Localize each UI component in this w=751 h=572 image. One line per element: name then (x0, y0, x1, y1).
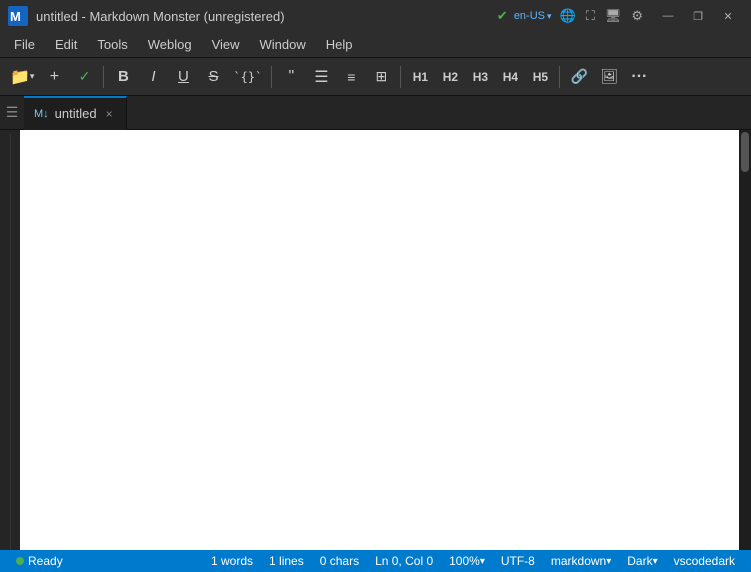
line-count[interactable]: 1 lines (261, 550, 312, 572)
markdown-icon: M↓ (34, 108, 49, 120)
cursor-position[interactable]: Ln 0, Col 0 (367, 550, 441, 572)
tab-close-button[interactable]: × (103, 106, 116, 122)
menu-bar: File Edit Tools Weblog View Window Help (0, 32, 751, 58)
menu-window[interactable]: Window (250, 32, 316, 57)
more-button[interactable]: ··· (625, 63, 653, 91)
theme-selector[interactable]: Dark (619, 550, 665, 572)
checkmark-icon: ✓ (79, 68, 91, 85)
h4-button[interactable]: H4 (496, 63, 524, 91)
editor-tab[interactable]: M↓ untitled × (24, 96, 127, 130)
ready-dot (16, 557, 24, 565)
italic-button[interactable]: I (139, 63, 167, 91)
editor-textarea[interactable] (20, 130, 739, 550)
save-button[interactable]: ✓ (70, 63, 98, 91)
toolbar: 📁 ▾ + ✓ B I U S `{}` " ☰ ≡ ⊞ H1 H2 H3 H4… (0, 58, 751, 96)
syntax-mode[interactable]: markdown (543, 550, 619, 572)
fullscreen-icon[interactable]: ⛶ (584, 6, 597, 26)
vscode-dark-label[interactable]: vscodedark (666, 550, 743, 572)
h1-button[interactable]: H1 (406, 63, 434, 91)
minimize-button[interactable]: — (653, 6, 683, 26)
unordered-list-button[interactable]: ☰ (307, 63, 335, 91)
menu-view[interactable]: View (202, 32, 250, 57)
status-bar: Ready 1 words 1 lines 0 chars Ln 0, Col … (0, 550, 751, 572)
close-button[interactable]: ✕ (713, 6, 743, 26)
settings-icon[interactable]: ⚙ (629, 6, 645, 26)
ready-status[interactable]: Ready (8, 550, 71, 572)
folder-icon: 📁 (10, 67, 30, 87)
ol-icon: ≡ (347, 69, 355, 85)
title-controls: ✔ en-US ▾ 🌐 ⛶ 🖥 ⚙ (497, 6, 645, 26)
tab-bar: ☰ M↓ untitled × (0, 96, 751, 130)
svg-text:M: M (10, 9, 21, 24)
word-count[interactable]: 1 words (203, 550, 261, 572)
underline-button[interactable]: U (169, 63, 197, 91)
menu-tools[interactable]: Tools (87, 32, 137, 57)
toolbar-separator-4 (559, 66, 560, 88)
ordered-list-button[interactable]: ≡ (337, 63, 365, 91)
tab-label: untitled (55, 106, 97, 121)
menu-help[interactable]: Help (316, 32, 363, 57)
editor-area (0, 130, 751, 550)
bold-button[interactable]: B (109, 63, 137, 91)
new-file-button[interactable]: + (40, 63, 68, 91)
menu-weblog[interactable]: Weblog (138, 32, 202, 57)
folder-dropdown-icon: ▾ (30, 71, 35, 82)
h3-button[interactable]: H3 (466, 63, 494, 91)
vertical-scrollbar[interactable] (739, 130, 751, 550)
blockquote-button[interactable]: " (277, 63, 305, 91)
sidebar-toggle-button[interactable]: ☰ (0, 96, 24, 130)
ready-label: Ready (28, 554, 63, 568)
open-folder-button[interactable]: 📁 ▾ (6, 63, 38, 91)
h2-button[interactable]: H2 (436, 63, 464, 91)
toolbar-separator-3 (400, 66, 401, 88)
char-count[interactable]: 0 chars (312, 550, 367, 572)
sidebar-border (10, 134, 11, 550)
plus-icon: + (50, 68, 59, 86)
toolbar-separator-2 (271, 66, 272, 88)
code-button[interactable]: `{}` (229, 63, 266, 91)
monitor-icon[interactable]: 🖥 (603, 6, 624, 26)
window-title: untitled - Markdown Monster (unregistere… (36, 9, 497, 24)
title-bar: M untitled - Markdown Monster (unregiste… (0, 0, 751, 32)
scrollbar-thumb[interactable] (741, 132, 749, 172)
link-button[interactable]: 🔗 (565, 63, 593, 91)
sidebar-panel (0, 130, 20, 550)
encoding[interactable]: UTF-8 (493, 550, 543, 572)
strikethrough-button[interactable]: S (199, 63, 227, 91)
zoom-level[interactable]: 100% (441, 550, 493, 572)
app-logo: M (8, 6, 28, 26)
menu-edit[interactable]: Edit (45, 32, 87, 57)
check-icon: ✔ (497, 8, 508, 24)
image-button[interactable]: 🖼 (595, 63, 623, 91)
table-button[interactable]: ⊞ (367, 63, 395, 91)
editor-container (20, 130, 739, 550)
h5-button[interactable]: H5 (526, 63, 554, 91)
window-controls: — ❐ ✕ (653, 6, 743, 26)
toolbar-separator-1 (103, 66, 104, 88)
globe-icon[interactable]: 🌐 (558, 6, 578, 26)
lang-dropdown-icon: ▾ (547, 11, 552, 22)
restore-button[interactable]: ❐ (683, 6, 713, 26)
menu-file[interactable]: File (4, 32, 45, 57)
language-selector[interactable]: en-US ▾ (514, 10, 552, 22)
